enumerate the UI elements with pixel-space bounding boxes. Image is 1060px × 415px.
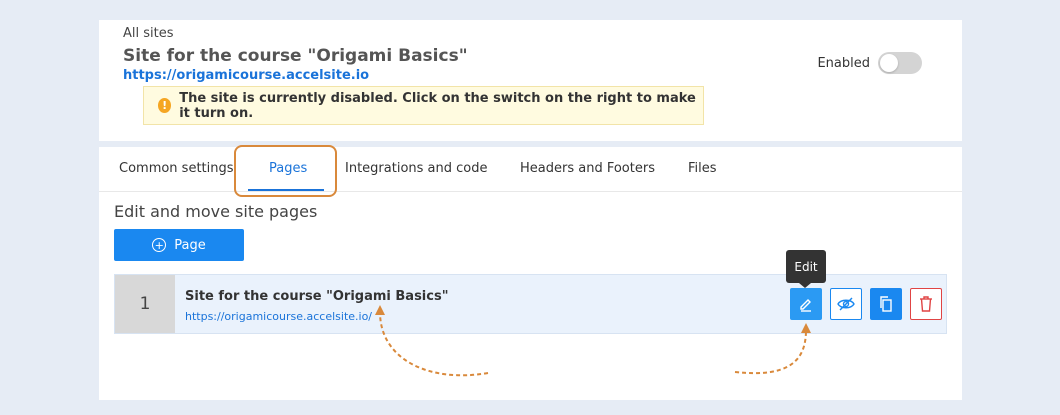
site-header-card: All sites Site for the course "Origami B… [99, 20, 962, 141]
site-url-link[interactable]: https://origamicourse.accelsite.io [123, 68, 369, 83]
settings-card: Common settings Pages Integrations and c… [99, 145, 962, 400]
page-title: Site for the course "Origami Basics" [185, 289, 449, 304]
section-title: Edit and move site pages [114, 202, 318, 221]
edit-page-button[interactable] [790, 288, 822, 320]
add-page-label: Page [174, 237, 206, 253]
pencil-icon [800, 299, 811, 312]
enabled-control: Enabled [817, 52, 922, 74]
breadcrumb-all-sites[interactable]: All sites [123, 26, 174, 41]
tab-headers-and-footers[interactable]: Headers and Footers [520, 161, 655, 176]
page-order-number[interactable]: 1 [115, 275, 175, 333]
plus-circle-icon: + [152, 238, 167, 252]
tab-common-settings[interactable]: Common settings [119, 161, 234, 176]
toggle-knob [880, 54, 898, 72]
settings-tabs: Common settings Pages Integrations and c… [99, 145, 962, 197]
page-url[interactable]: https://origamicourse.accelsite.io/ [185, 310, 372, 323]
warning-icon: ! [158, 98, 172, 113]
copy-icon [880, 296, 892, 312]
enabled-toggle[interactable] [878, 52, 922, 74]
add-page-button[interactable]: + Page [114, 229, 244, 261]
site-title: Site for the course "Origami Basics" [123, 46, 468, 66]
hide-page-button[interactable] [830, 288, 862, 320]
enabled-label: Enabled [817, 55, 870, 71]
page-row[interactable]: 1 Site for the course "Origami Basics" h… [114, 274, 947, 334]
tab-highlight-annotation [234, 145, 337, 197]
delete-page-button[interactable] [910, 288, 942, 320]
tab-files[interactable]: Files [688, 161, 717, 176]
eye-slash-icon [837, 297, 855, 311]
trash-icon [920, 296, 932, 312]
copy-page-button[interactable] [870, 288, 902, 320]
disabled-alert: ! The site is currently disabled. Click … [143, 86, 704, 125]
alert-text: The site is currently disabled. Click on… [179, 90, 696, 121]
tab-integrations-and-code[interactable]: Integrations and code [345, 161, 487, 176]
edit-tooltip: Edit [786, 250, 826, 283]
